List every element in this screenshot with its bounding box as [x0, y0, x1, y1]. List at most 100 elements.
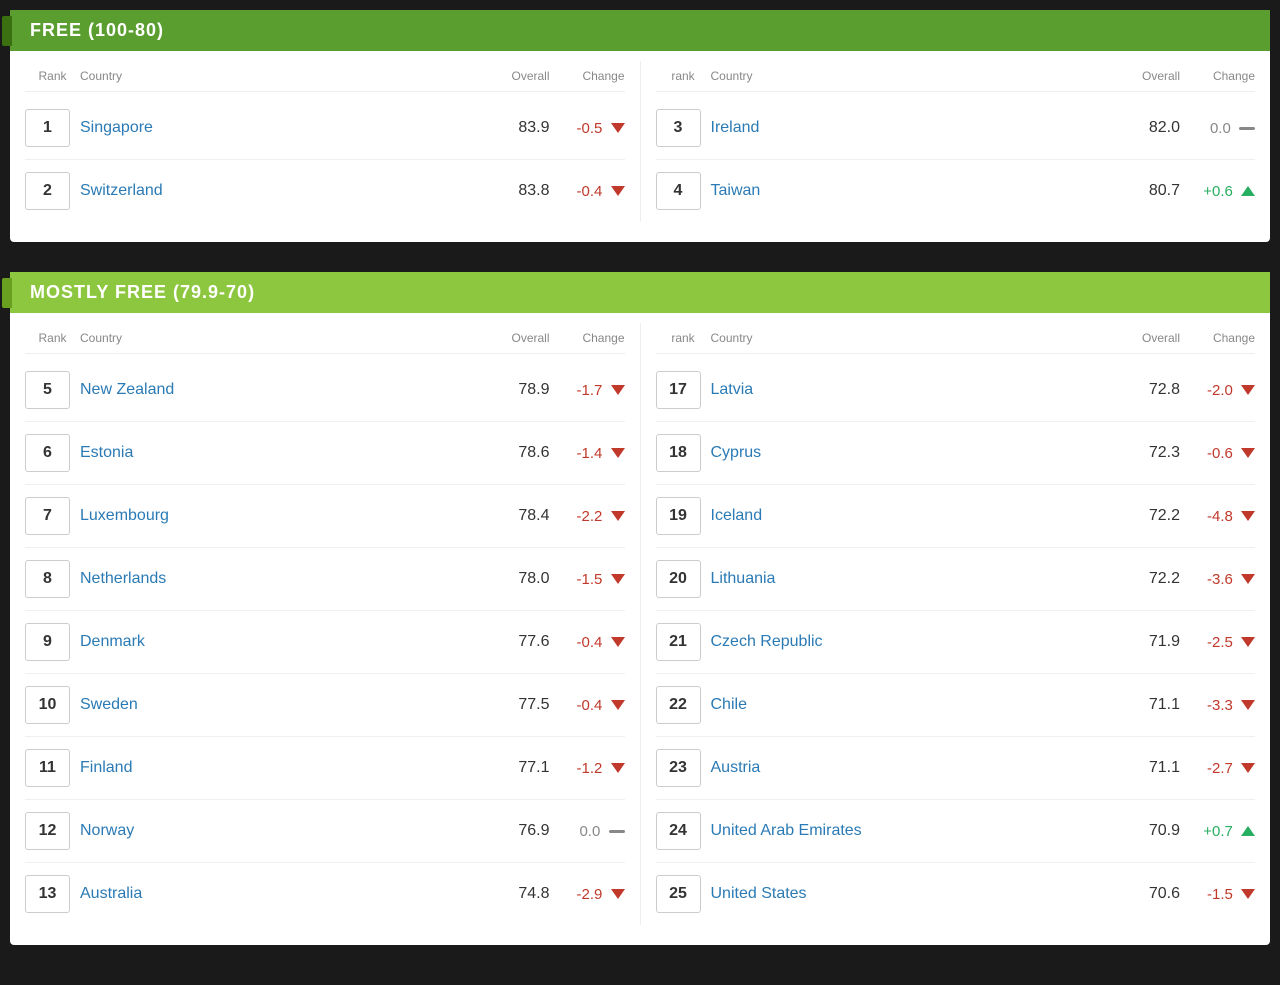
country-name: United States [711, 884, 1126, 903]
arrow-down-icon [611, 574, 625, 584]
rank-box: 11 [25, 749, 70, 787]
overall-value: 71.1 [1125, 759, 1180, 777]
change-value: -2.0 [1180, 382, 1255, 399]
overall-value: 70.9 [1125, 822, 1180, 840]
country-name: Estonia [80, 443, 495, 462]
rank-box: 20 [656, 560, 701, 598]
rank-box: 24 [656, 812, 701, 850]
arrow-down-icon [1241, 448, 1255, 458]
country-name: Austria [711, 758, 1126, 777]
country-name: Finland [80, 758, 495, 777]
left-column: Rank Country Overall Change 5 New Zealan… [10, 323, 640, 925]
change-value: +0.6 [1180, 183, 1255, 200]
rank-box: 1 [25, 109, 70, 147]
table-row: 19 Iceland 72.2 -4.8 [656, 485, 1256, 548]
change-value: -0.4 [550, 183, 625, 200]
change-value: -1.5 [550, 571, 625, 588]
country-name: Singapore [80, 118, 495, 137]
country-name: Lithuania [711, 569, 1126, 588]
table-row: 11 Finland 77.1 -1.2 [25, 737, 625, 800]
flat-icon [1239, 127, 1255, 130]
arrow-down-icon [611, 385, 625, 395]
overall-value: 78.4 [495, 507, 550, 525]
country-name: New Zealand [80, 380, 495, 399]
arrow-down-icon [611, 889, 625, 899]
rank-box: 17 [656, 371, 701, 409]
rank-box: 13 [25, 875, 70, 913]
right-column: rank Country Overall Change 17 Latvia 72… [641, 323, 1271, 925]
rank-box: 2 [25, 172, 70, 210]
columns-container: Rank Country Overall Change 1 Singapore … [10, 51, 1270, 242]
table-row: 22 Chile 71.1 -3.3 [656, 674, 1256, 737]
rank-box: 3 [656, 109, 701, 147]
country-name: Latvia [711, 380, 1126, 399]
section-header: MOSTLY FREE (79.9-70) [10, 272, 1270, 313]
overall-value: 83.8 [495, 182, 550, 200]
table-row: 20 Lithuania 72.2 -3.6 [656, 548, 1256, 611]
overall-value: 78.0 [495, 570, 550, 588]
overall-header: Overall [485, 69, 550, 83]
change-value: -0.4 [550, 634, 625, 651]
table-row: 23 Austria 71.1 -2.7 [656, 737, 1256, 800]
rank-box: 18 [656, 434, 701, 472]
country-header-right: Country [711, 331, 1116, 345]
rank-box: 6 [25, 434, 70, 472]
col-header-left: Rank Country Overall Change [25, 323, 625, 354]
table-row: 4 Taiwan 80.7 +0.6 [656, 160, 1256, 222]
country-name: Cyprus [711, 443, 1126, 462]
country-header-right: Country [711, 69, 1116, 83]
overall-value: 71.1 [1125, 696, 1180, 714]
change-value: -3.6 [1180, 571, 1255, 588]
overall-header: Overall [485, 331, 550, 345]
arrow-down-icon [611, 186, 625, 196]
rank-box: 10 [25, 686, 70, 724]
change-value: -4.8 [1180, 508, 1255, 525]
rank-box: 8 [25, 560, 70, 598]
overall-value: 78.6 [495, 444, 550, 462]
section-free: FREE (100-80) Rank Country Overall Chang… [10, 10, 1270, 242]
arrow-down-icon [611, 637, 625, 647]
country-header: Country [80, 69, 485, 83]
rank-box: 21 [656, 623, 701, 661]
arrow-down-icon [1241, 763, 1255, 773]
rank-header: Rank [25, 69, 80, 83]
col-header-right: rank Country Overall Change [656, 323, 1256, 354]
arrow-down-icon [1241, 637, 1255, 647]
change-value: -1.2 [550, 760, 625, 777]
table-row: 18 Cyprus 72.3 -0.6 [656, 422, 1256, 485]
rank-box: 19 [656, 497, 701, 535]
overall-value: 82.0 [1125, 119, 1180, 137]
rank-box: 23 [656, 749, 701, 787]
change-value: -3.3 [1180, 697, 1255, 714]
overall-value: 72.2 [1125, 570, 1180, 588]
change-header-right: Change [1180, 331, 1255, 345]
table-row: 10 Sweden 77.5 -0.4 [25, 674, 625, 737]
change-value: -2.7 [1180, 760, 1255, 777]
rank-box: 9 [25, 623, 70, 661]
change-value: -1.7 [550, 382, 625, 399]
rank-box: 4 [656, 172, 701, 210]
overall-value: 70.6 [1125, 885, 1180, 903]
overall-value: 77.5 [495, 696, 550, 714]
table-row: 24 United Arab Emirates 70.9 +0.7 [656, 800, 1256, 863]
country-name: Ireland [711, 118, 1126, 137]
change-value: 0.0 [550, 823, 625, 840]
change-value: -2.2 [550, 508, 625, 525]
section-tab [2, 278, 12, 308]
overall-value: 83.9 [495, 119, 550, 137]
overall-header-right: Overall [1115, 69, 1180, 83]
arrow-down-icon [1241, 511, 1255, 521]
rank-box: 25 [656, 875, 701, 913]
overall-value: 72.3 [1125, 444, 1180, 462]
change-value: -0.5 [550, 120, 625, 137]
country-name: Denmark [80, 632, 495, 651]
left-column: Rank Country Overall Change 1 Singapore … [10, 61, 640, 222]
overall-header-right: Overall [1115, 331, 1180, 345]
col-header-left: Rank Country Overall Change [25, 61, 625, 92]
table-row: 7 Luxembourg 78.4 -2.2 [25, 485, 625, 548]
overall-value: 77.1 [495, 759, 550, 777]
table-row: 6 Estonia 78.6 -1.4 [25, 422, 625, 485]
table-row: 5 New Zealand 78.9 -1.7 [25, 359, 625, 422]
change-value: -0.6 [1180, 445, 1255, 462]
table-row: 12 Norway 76.9 0.0 [25, 800, 625, 863]
